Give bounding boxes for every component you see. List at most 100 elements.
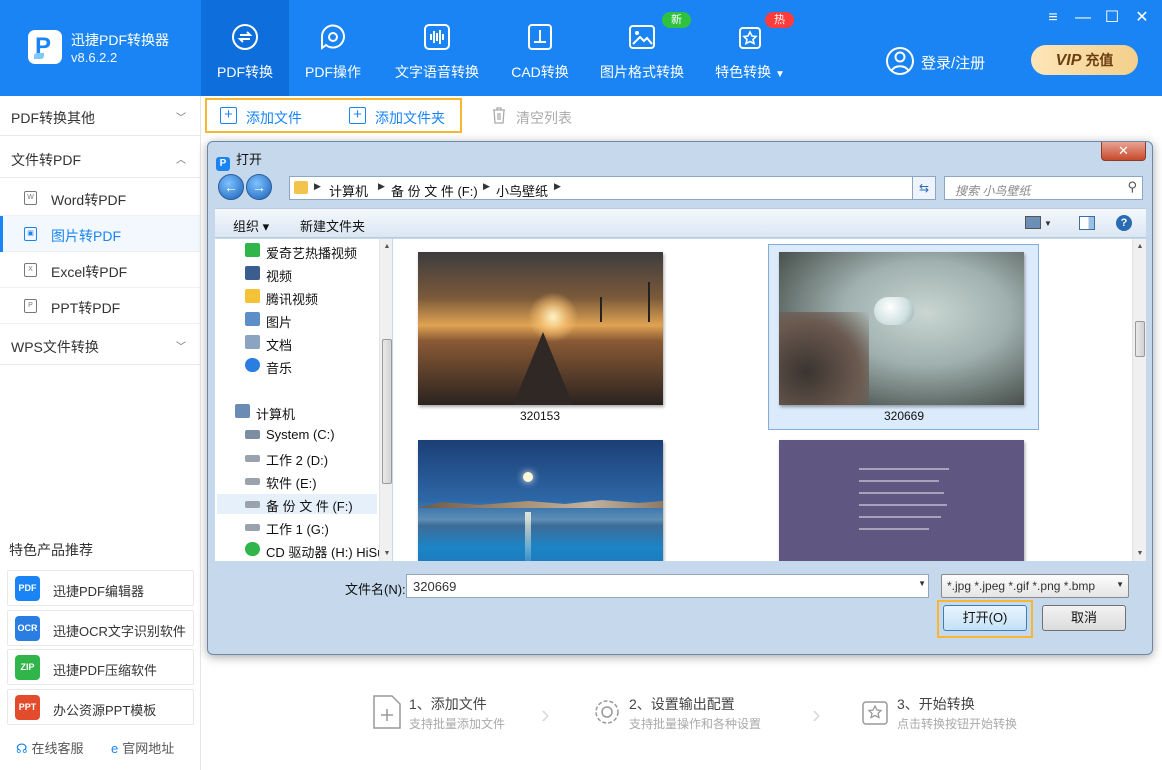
add-folder-icon: + (349, 107, 366, 124)
tree-label: System (C:) (266, 427, 335, 442)
sidebar-item-image-to-pdf[interactable]: ▣ 图片转PDF (0, 216, 200, 252)
search-input[interactable]: 搜索 小鸟壁纸 ⚲ (944, 176, 1143, 200)
forward-button[interactable]: → (246, 174, 272, 200)
promo-label: 迅捷OCR文字识别软件 (53, 624, 186, 639)
promo-pdf-editor[interactable]: PDF 迅捷PDF编辑器 (7, 570, 194, 606)
folder-icon (294, 181, 308, 194)
sidebar-group-pdf-other[interactable]: PDF转换其他 ﹀ (0, 96, 200, 136)
sidebar-item-excel-to-pdf[interactable]: X Excel转PDF (0, 252, 200, 288)
breadcrumb-computer[interactable]: 计算机 (329, 181, 368, 200)
step-desc: 支持批量操作和各种设置 (629, 717, 762, 731)
tab-label-text: 特色转换 (715, 64, 772, 80)
video-library-icon (245, 266, 260, 280)
promo-ppt-template[interactable]: PPT 办公资源PPT模板 (7, 689, 194, 725)
cd-drive-icon (245, 542, 260, 556)
filetype-dropdown-icon: ▼ (1116, 580, 1124, 589)
trash-icon (493, 107, 505, 124)
sidebar-item-ppt-to-pdf[interactable]: P PPT转PDF (0, 288, 200, 324)
filename-input[interactable]: 320669 ▼ (406, 574, 929, 598)
address-bar[interactable]: ▶ 计算机 ▶ 备 份 文 件 (F:) ▶ 小鸟壁纸 ▶ ▼ (289, 176, 936, 200)
music-library-icon (245, 358, 260, 372)
file-thumb-3[interactable] (393, 433, 663, 561)
chevron-up-icon: ︿ (176, 155, 186, 166)
tree-scrollbar[interactable]: ▲ ▼ (379, 239, 392, 561)
thumbnail-image (418, 440, 663, 561)
group-label: 文件转PDF (11, 152, 81, 168)
tab-label: PDF操作 (305, 64, 361, 80)
file-thumb-4[interactable] (754, 433, 1024, 561)
organize-menu[interactable]: 组织 ▾ (233, 216, 269, 235)
help-icon[interactable]: ? (1116, 215, 1132, 231)
tree-label: 文档 (266, 338, 293, 353)
tree-label: 工作 2 (D:) (266, 453, 329, 468)
view-dropdown-icon[interactable]: ▼ (1044, 219, 1052, 228)
scroll-up-icon[interactable]: ▲ (380, 243, 392, 250)
tencent-video-icon (245, 289, 260, 303)
close-icon[interactable]: ✕ (1134, 10, 1150, 26)
item-label: 图片转PDF (51, 228, 121, 244)
preview-pane-icon[interactable] (1079, 216, 1095, 230)
vip-recharge-button[interactable]: VIP 充值 (1031, 45, 1138, 75)
breadcrumb-folder[interactable]: 小鸟壁纸 (496, 181, 548, 200)
step-title: 3、开始转换 (897, 696, 975, 712)
group-label: WPS文件转换 (11, 339, 99, 355)
tree-item-drive-f[interactable]: 备 份 文 件 (F:) (217, 494, 377, 514)
sidebar-group-file-to-pdf[interactable]: 文件转PDF ︿ (0, 138, 200, 178)
file-list-scrollbar[interactable]: ▲ ▼ (1132, 239, 1146, 561)
promo-label: 迅捷PDF压缩软件 (53, 663, 158, 678)
sidebar-group-wps[interactable]: WPS文件转换 ﹀ (0, 325, 200, 365)
promo-pdf-compress[interactable]: ZIP 迅捷PDF压缩软件 (7, 649, 194, 685)
app-version: v8.6.2.2 (71, 50, 118, 65)
tree-label: 音乐 (266, 361, 293, 376)
login-label: 登录/注册 (921, 55, 986, 72)
filename-label: 文件名(N): (345, 582, 406, 597)
filename-dropdown-icon[interactable]: ▼ (918, 579, 926, 588)
new-folder-button[interactable]: 新建文件夹 (300, 216, 365, 235)
promo-ocr[interactable]: OCR 迅捷OCR文字识别软件 (7, 610, 194, 646)
group-label: PDF转换其他 (11, 110, 95, 126)
thumbnail-image (779, 252, 1024, 405)
file-scroll-thumb[interactable] (1135, 321, 1145, 357)
caret-down-icon: ▼ (774, 69, 785, 80)
website-link[interactable]: e 官网地址 (111, 738, 174, 757)
tab-label: 文字语音转换 (395, 64, 479, 80)
scroll-up-icon[interactable]: ▲ (1133, 243, 1146, 250)
scroll-down-icon[interactable]: ▼ (380, 550, 392, 557)
sidebar-item-word-to-pdf[interactable]: W Word转PDF (0, 180, 200, 216)
scroll-down-icon[interactable]: ▼ (1133, 550, 1146, 557)
minimize-icon[interactable]: — (1075, 10, 1091, 26)
clear-list-button[interactable]: 清空列表 (491, 106, 572, 127)
tab-label: PDF转换 (217, 64, 273, 80)
breadcrumb-separator: ▶ (554, 181, 561, 191)
tab-pdf-operate[interactable]: PDF操作 (289, 0, 377, 96)
dialog-close-button[interactable]: ✕ (1101, 142, 1146, 161)
pdf-editor-icon: PDF (15, 576, 40, 601)
maximize-icon[interactable]: ☐ (1104, 10, 1120, 26)
refresh-button[interactable]: ⇆ (912, 176, 936, 200)
excel-file-icon: X (24, 263, 37, 277)
tab-pdf-convert[interactable]: PDF转换 (201, 0, 289, 96)
file-thumb-320153[interactable]: 320153 (393, 245, 663, 431)
star-swap-step-icon (862, 701, 888, 725)
online-support-link[interactable]: ☊ 在线客服 (16, 738, 84, 757)
cancel-button[interactable]: 取消 (1042, 605, 1126, 631)
app-logo: P (28, 30, 62, 64)
tab-cad-convert[interactable]: CAD转换 (498, 0, 582, 96)
ppt-template-icon: PPT (15, 695, 40, 720)
breadcrumb-drive[interactable]: 备 份 文 件 (F:) (391, 181, 478, 200)
clear-list-label: 清空列表 (516, 110, 572, 126)
gear-step-icon (595, 700, 619, 724)
menu-icon[interactable]: ≡ (1045, 10, 1061, 26)
system-drive-icon (245, 430, 260, 439)
star-swap-icon (739, 27, 761, 49)
open-button[interactable]: 打开(O) (943, 605, 1027, 631)
ppt-file-icon: P (24, 299, 37, 313)
back-button[interactable]: ← (218, 174, 244, 200)
filetype-select[interactable]: *.jpg *.jpeg *.gif *.png *.bmp ▼ (941, 574, 1129, 598)
tree-scroll-thumb[interactable] (382, 339, 392, 484)
tab-text-voice[interactable]: 文字语音转换 (388, 0, 486, 96)
dialog-title-text: 打开 (236, 152, 263, 167)
documents-library-icon (245, 335, 260, 349)
view-mode-icon[interactable] (1025, 216, 1041, 229)
file-thumb-320669[interactable]: 320669 (768, 244, 1039, 430)
